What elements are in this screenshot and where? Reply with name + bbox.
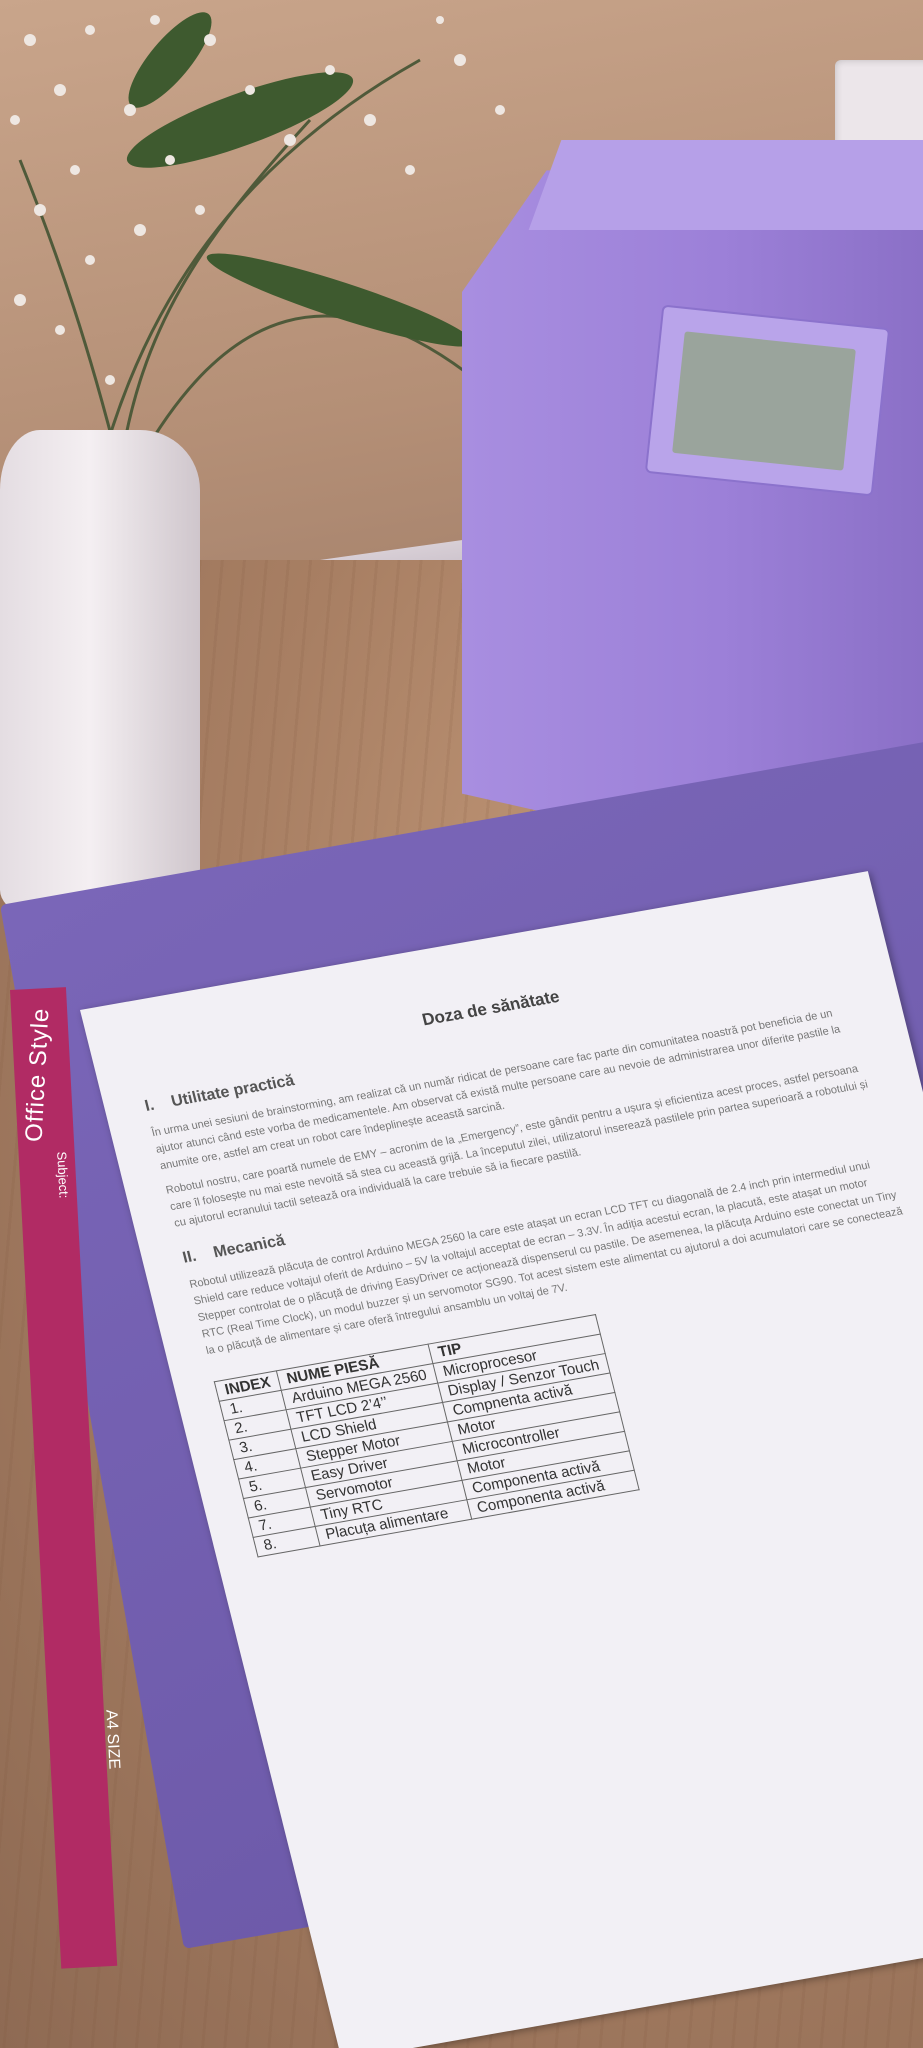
- robot-box-top: [528, 140, 923, 230]
- folder-subject-label: Subject:: [54, 1151, 72, 1199]
- folder-brand-label: Office Style: [20, 1007, 55, 1143]
- flowers: [10, 12, 505, 470]
- section-title: Mecanică: [211, 1232, 287, 1262]
- robot-lcd-screen: [672, 331, 856, 471]
- section-number: I.: [143, 1096, 157, 1115]
- folder-size-label: A4 SIZE: [102, 1709, 123, 1770]
- section-number: II.: [180, 1247, 199, 1267]
- white-vase: [0, 430, 200, 930]
- document-content: Doza de sănătate I. Utilitate practică Î…: [134, 936, 923, 1557]
- parts-table: INDEX NUME PIESĂ TIP 1. Arduino MEGA 256…: [214, 1314, 640, 1557]
- photo-scene: Office Style Doza de sănătate I. Utilita…: [0, 0, 923, 2048]
